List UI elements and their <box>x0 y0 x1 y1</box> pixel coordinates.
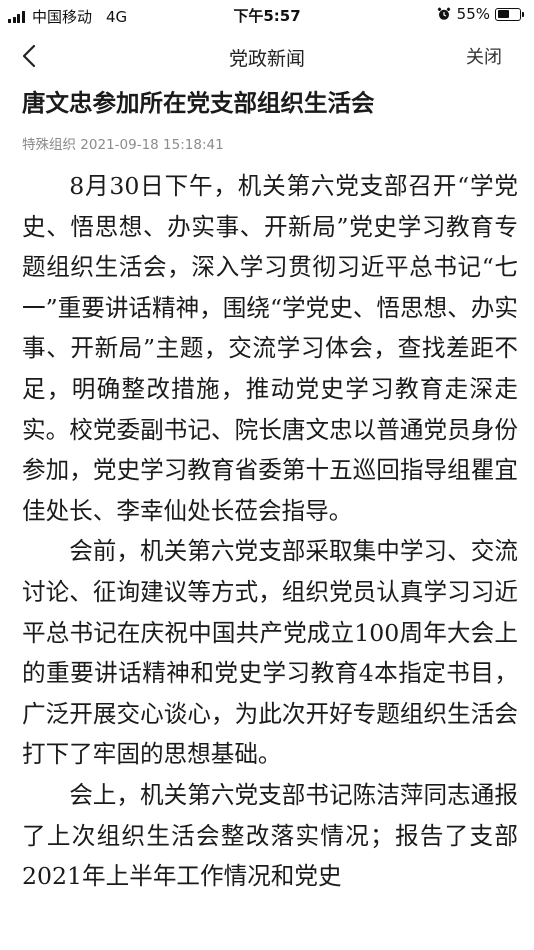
battery-icon <box>495 7 524 21</box>
close-button[interactable]: 关闭 <box>466 43 502 69</box>
battery-percent: 55% <box>456 5 490 23</box>
article-meta: 特殊组织 2021-09-18 15:18:41 <box>22 133 224 153</box>
article-title: 唐文忠参加所在党支部组织生活会 <box>22 89 375 117</box>
article-paragraph: 会上，机关第六党支部书记陈洁萍同志通报了上次组织生活会整改落实情况；报告了支部2… <box>22 780 518 891</box>
status-right: 55% <box>437 5 524 23</box>
back-button[interactable] <box>14 40 44 72</box>
chevron-left-icon <box>22 44 36 68</box>
nav-bar: 党政新闻 关闭 <box>0 30 534 82</box>
status-bar: 中国移动 4G 下午5:57 55% <box>0 0 534 30</box>
article-source: 特殊组织 <box>22 137 76 153</box>
article-paragraph: 会前，机关第六党支部采取集中学习、交流讨论、征询建议等方式，组织党员认真学习习近… <box>22 537 518 769</box>
battery-fill <box>497 10 510 18</box>
article-body: 8月30日下午，机关第六党支部召开“学党史、悟思想、办实事、开新局”党史学习教育… <box>22 166 518 897</box>
article-paragraph: 8月30日下午，机关第六党支部召开“学党史、悟思想、办实事、开新局”党史学习教育… <box>22 172 518 525</box>
alarm-icon <box>437 7 450 20</box>
nav-title: 党政新闻 <box>228 48 305 70</box>
article-datetime: 2021-09-18 15:18:41 <box>80 137 224 153</box>
